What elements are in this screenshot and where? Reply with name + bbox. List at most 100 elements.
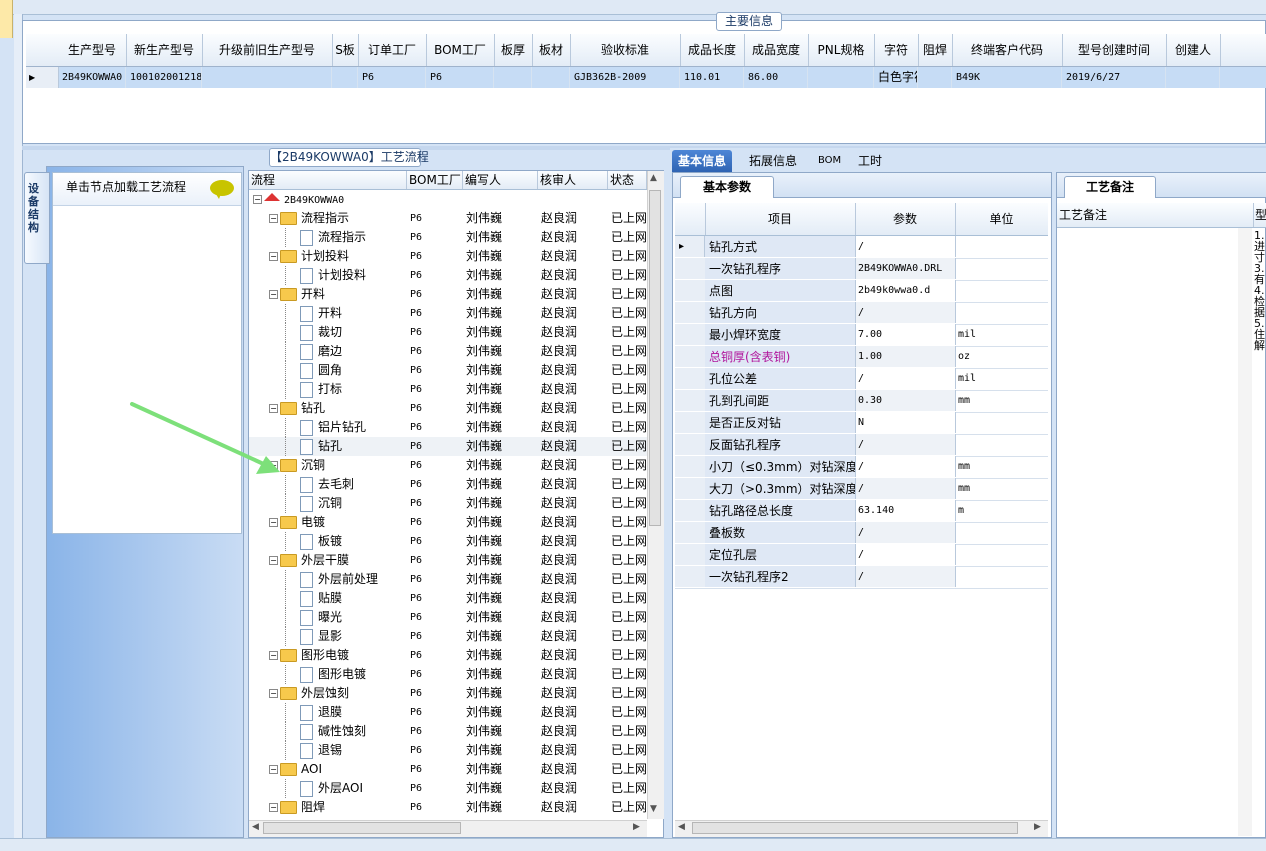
params-horizontal-thumb[interactable]: [692, 822, 1018, 834]
tree-node[interactable]: − 电镀: [269, 513, 407, 532]
tree-node[interactable]: 裁切: [285, 323, 407, 342]
tree-row[interactable]: − 钻孔 P6 刘伟巍 赵良润 已上网: [249, 399, 647, 418]
param-value[interactable]: /: [855, 478, 955, 499]
main-col-header[interactable]: BOM工厂: [426, 34, 495, 66]
tree-row[interactable]: 钻孔 P6 刘伟巍 赵良润 已上网: [249, 437, 647, 456]
tree-node[interactable]: 开料: [285, 304, 407, 323]
tab-basic-params[interactable]: 基本参数: [680, 176, 774, 198]
main-cell[interactable]: [808, 67, 874, 88]
main-col-header[interactable]: 升级前旧生产型号: [202, 34, 333, 66]
main-col-header[interactable]: 新生产型号: [126, 34, 203, 66]
tree-row[interactable]: 碱性蚀刻 P6 刘伟巍 赵良润 已上网: [249, 722, 647, 741]
collapse-icon[interactable]: −: [269, 803, 278, 812]
param-row[interactable]: 钻孔方向 /: [675, 302, 1048, 325]
tree-row[interactable]: 磨边 P6 刘伟巍 赵良润 已上网: [249, 342, 647, 361]
param-row[interactable]: 孔位公差 / mil: [675, 368, 1048, 391]
param-value[interactable]: /: [855, 566, 955, 587]
tree-node[interactable]: 圆角: [285, 361, 407, 380]
tree-node[interactable]: 计划投料: [285, 266, 407, 285]
params-scroll-right-icon[interactable]: ▶: [1034, 822, 1041, 832]
tree-row[interactable]: 外层AOI P6 刘伟巍 赵良润 已上网: [249, 779, 647, 798]
param-value[interactable]: /: [855, 456, 955, 477]
tree-row[interactable]: 退膜 P6 刘伟巍 赵良润 已上网: [249, 703, 647, 722]
tree-node[interactable]: 显影: [285, 627, 407, 646]
tree-node[interactable]: 钻孔: [285, 437, 407, 456]
tree-node[interactable]: 流程指示: [285, 228, 407, 247]
main-cell[interactable]: P6: [358, 67, 426, 88]
tree-node[interactable]: 碱性蚀刻: [285, 722, 407, 741]
param-row[interactable]: ▸ 钻孔方式 /: [675, 236, 1048, 259]
main-col-header[interactable]: 成品宽度: [744, 34, 809, 66]
main-col-header[interactable]: 板厚: [494, 34, 533, 66]
tree-col-header[interactable]: 流程: [249, 171, 407, 189]
tree-node[interactable]: 板镀: [285, 532, 407, 551]
scroll-up-icon[interactable]: ▲: [650, 173, 657, 183]
tree-row[interactable]: 退锡 P6 刘伟巍 赵良润 已上网: [249, 741, 647, 760]
param-row[interactable]: 小刀（≤0.3mm）对钻深度 / mm: [675, 456, 1048, 479]
tree-row[interactable]: 显影 P6 刘伟巍 赵良润 已上网: [249, 627, 647, 646]
param-row[interactable]: 反面钻孔程序 /: [675, 434, 1048, 457]
param-row[interactable]: 点图 2b49k0wwa0.d: [675, 280, 1048, 303]
tree-vertical-thumb[interactable]: [649, 190, 661, 526]
tree-node[interactable]: 贴膜: [285, 589, 407, 608]
tree-row[interactable]: 外层前处理 P6 刘伟巍 赵良润 已上网: [249, 570, 647, 589]
param-row[interactable]: 定位孔层 /: [675, 544, 1048, 567]
main-col-header[interactable]: 创建人: [1166, 34, 1221, 66]
remark-vertical-scrollbar[interactable]: [1238, 228, 1252, 836]
tree-row[interactable]: − 外层蚀刻 P6 刘伟巍 赵良润 已上网: [249, 684, 647, 703]
tree-row[interactable]: 铝片钻孔 P6 刘伟巍 赵良润 已上网: [249, 418, 647, 437]
param-value[interactable]: 63.140: [855, 500, 955, 521]
param-row[interactable]: 总铜厚(含表铜) 1.00 oz: [675, 346, 1048, 369]
tree-row[interactable]: 流程指示 P6 刘伟巍 赵良润 已上网: [249, 228, 647, 247]
tab-process-remark[interactable]: 工艺备注: [1064, 176, 1156, 198]
tree-horizontal-thumb[interactable]: [263, 822, 461, 834]
main-col-header[interactable]: 验收标准: [570, 34, 681, 66]
scroll-left-icon[interactable]: ◀: [252, 822, 259, 832]
main-cell[interactable]: [494, 67, 532, 88]
main-cell[interactable]: 白色字符: [874, 67, 918, 88]
collapse-icon[interactable]: −: [269, 214, 278, 223]
main-col-header[interactable]: S板: [332, 34, 359, 66]
collapse-icon[interactable]: −: [269, 556, 278, 565]
param-value[interactable]: N: [855, 412, 955, 433]
collapse-icon[interactable]: −: [253, 195, 262, 204]
param-row[interactable]: 最小焊环宽度 7.00 mil: [675, 324, 1048, 347]
param-row[interactable]: 钻孔路径总长度 63.140 m: [675, 500, 1048, 523]
tab-basic-info[interactable]: 基本信息: [672, 150, 733, 172]
param-value[interactable]: /: [855, 434, 955, 455]
param-row[interactable]: 大刀（>0.3mm）对钻深度 / mm: [675, 478, 1048, 501]
tree-node[interactable]: 图形电镀: [285, 665, 407, 684]
tree-node[interactable]: 打标: [285, 380, 407, 399]
tree-node[interactable]: 去毛刺: [285, 475, 407, 494]
main-col-header[interactable]: 字符: [874, 34, 919, 66]
tree-node[interactable]: −沉铜: [269, 456, 407, 475]
main-cell[interactable]: GJB362B-2009: [570, 67, 680, 88]
main-cell[interactable]: [1166, 67, 1220, 88]
param-value[interactable]: /: [855, 368, 955, 389]
main-cell[interactable]: 2B49KOWWA0: [58, 67, 126, 88]
tree-row[interactable]: 打标 P6 刘伟巍 赵良润 已上网: [249, 380, 647, 399]
tree-node[interactable]: 退锡: [285, 741, 407, 760]
tree-node[interactable]: − 钻孔: [269, 399, 407, 418]
collapse-icon[interactable]: −: [269, 252, 278, 261]
tree-row[interactable]: − 计划投料 P6 刘伟巍 赵良润 已上网: [249, 247, 647, 266]
main-cell[interactable]: P6: [426, 67, 494, 88]
scroll-right-icon[interactable]: ▶: [633, 822, 640, 832]
main-cell[interactable]: 10010200121846: [126, 67, 202, 88]
tree-row[interactable]: − 流程指示 P6 刘伟巍 赵良润 已上网: [249, 209, 647, 228]
tree-col-header[interactable]: 核审人: [538, 171, 608, 189]
tree-row[interactable]: − 图形电镀 P6 刘伟巍 赵良润 已上网: [249, 646, 647, 665]
params-scroll-left-icon[interactable]: ◀: [678, 822, 685, 832]
tree-row[interactable]: 沉铜 P6 刘伟巍 赵良润 已上网: [249, 494, 647, 513]
tab-bom[interactable]: BOM: [812, 150, 847, 172]
param-value[interactable]: /: [855, 302, 955, 323]
tree-col-header[interactable]: 状态: [608, 171, 647, 189]
param-row[interactable]: 一次钻孔程序 2B49KOWWA0.DRL: [675, 258, 1048, 281]
tree-row[interactable]: 贴膜 P6 刘伟巍 赵良润 已上网: [249, 589, 647, 608]
param-value[interactable]: /: [855, 544, 955, 565]
tree-row[interactable]: 圆角 P6 刘伟巍 赵良润 已上网: [249, 361, 647, 380]
tree-node[interactable]: − 流程指示: [269, 209, 407, 228]
main-cell[interactable]: [532, 67, 570, 88]
tree-row[interactable]: − 电镀 P6 刘伟巍 赵良润 已上网: [249, 513, 647, 532]
param-value[interactable]: /: [855, 236, 955, 257]
